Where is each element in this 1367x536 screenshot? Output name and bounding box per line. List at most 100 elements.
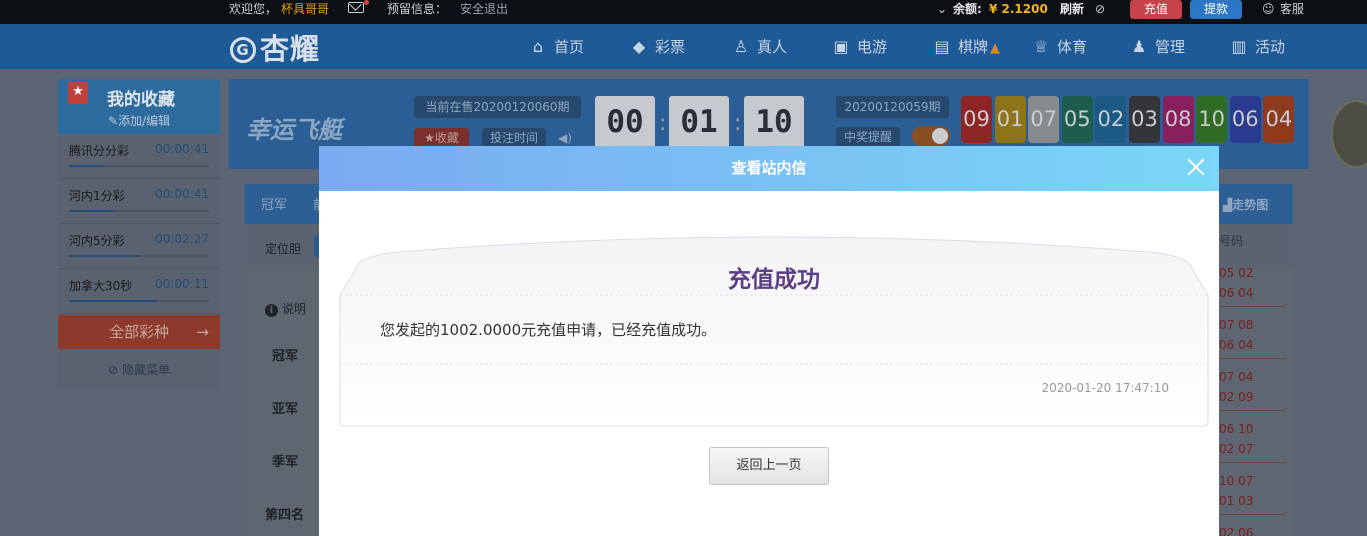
dealer-icon: ♙ bbox=[733, 37, 749, 56]
nav-label: 棋牌 bbox=[958, 38, 989, 56]
rank-label: 季军 bbox=[272, 455, 299, 470]
letter-card: 充值成功 您发起的1002.0000元充值申请，已经充值成功。 2020-01-… bbox=[339, 230, 1209, 427]
dingweidan-label: 定位胆 bbox=[265, 242, 302, 256]
game-name: 幸运飞艇 bbox=[246, 116, 342, 144]
pencil-icon: ✎ bbox=[108, 114, 119, 128]
back-button[interactable]: 返回上一页 bbox=[709, 447, 829, 485]
rank-label: 第四名 bbox=[265, 508, 305, 523]
win-remind-toggle[interactable] bbox=[912, 126, 950, 146]
close-icon[interactable] bbox=[1185, 156, 1207, 178]
recharge-button[interactable]: 充值 bbox=[1130, 0, 1182, 19]
history-code: 05 02 bbox=[1219, 266, 1254, 280]
nav-live[interactable]: ♙ 真人 bbox=[731, 24, 787, 69]
nav-home[interactable]: ⌂ 首页 bbox=[528, 24, 584, 69]
explain-label: 说明 bbox=[282, 302, 307, 316]
code-divider bbox=[1219, 514, 1285, 515]
star-icon: ★ bbox=[68, 82, 88, 104]
bet-time-button[interactable]: 投注时间 bbox=[482, 128, 546, 148]
favorite-item[interactable]: 河内5分彩 00:02:27 bbox=[58, 224, 220, 269]
dialog-title: 查看站内信 bbox=[319, 146, 1219, 191]
history-code: 06 04 bbox=[1219, 338, 1254, 352]
result-ball: 01 bbox=[994, 96, 1026, 143]
service-link[interactable]: 客服 bbox=[1280, 0, 1304, 24]
rank-label: 亚军 bbox=[272, 402, 299, 417]
letter-title: 充值成功 bbox=[728, 267, 820, 293]
explain-link[interactable]: i 说明 bbox=[265, 300, 306, 317]
chevron-down-icon[interactable]: ⌄ bbox=[937, 0, 947, 24]
countdown-separator: : bbox=[734, 111, 742, 136]
hot-icon: ▲ bbox=[990, 41, 1001, 56]
logo-mark-icon: G bbox=[230, 37, 256, 63]
balance-label: 余额: bbox=[953, 2, 982, 16]
logout-link[interactable]: 安全退出 bbox=[460, 0, 508, 24]
message-dialog: 查看站内信 充值成功 您发起的1002.0000元充值申请，已经充值成功。 20… bbox=[319, 146, 1219, 536]
result-ball: 03 bbox=[1129, 96, 1160, 143]
history-code: 10 07 bbox=[1219, 474, 1254, 488]
all-games-label: 全部彩种 bbox=[108, 323, 169, 341]
eye-slash-icon[interactable]: ⊘ bbox=[1095, 0, 1105, 24]
nav-label: 电游 bbox=[857, 38, 888, 56]
letter-body: 您发起的1002.0000元充值申请，已经充值成功。 bbox=[380, 321, 717, 339]
result-ball: 08 bbox=[1162, 96, 1194, 143]
favorite-progress bbox=[69, 255, 209, 257]
sound-icon[interactable]: ◀) bbox=[555, 128, 575, 148]
nav-label: 活动 bbox=[1255, 38, 1286, 56]
nav-chess[interactable]: ▤ 棋牌 ▲ bbox=[932, 24, 1000, 69]
edit-label: 添加/编辑 bbox=[118, 114, 171, 128]
nav-slots[interactable]: ▣ 电游 bbox=[831, 24, 887, 69]
result-ball: 09 bbox=[961, 96, 992, 143]
hide-menu-button[interactable]: ⊘ 隐藏菜单 bbox=[58, 349, 220, 391]
nav-manage[interactable]: ♟ 管理 bbox=[1129, 24, 1185, 69]
reserved-info-label: 预留信息： bbox=[387, 2, 448, 16]
history-code: 06 10 bbox=[1219, 422, 1254, 436]
chat-icon[interactable]: ☺ bbox=[1262, 0, 1275, 24]
edit-favorites-link[interactable]: ✎添加/编辑 bbox=[108, 112, 170, 129]
history-code: 01 03 bbox=[1219, 494, 1254, 508]
nav-activity[interactable]: ▥ 活动 bbox=[1229, 24, 1285, 69]
letter-date: 2020-01-20 17:47:10 bbox=[1041, 381, 1169, 395]
all-games-button[interactable]: 全部彩种 → bbox=[58, 315, 220, 349]
star-icon: ★ bbox=[424, 131, 435, 145]
countdown-hours: 00 bbox=[595, 96, 655, 148]
info-icon: i bbox=[265, 304, 278, 317]
nav-lottery[interactable]: ◆ 彩票 bbox=[629, 24, 685, 69]
code-divider bbox=[1219, 410, 1285, 411]
trend-chart-link[interactable]: ▟走势图 bbox=[1223, 184, 1293, 224]
unread-dot bbox=[364, 0, 369, 5]
favorites-header: ★ 我的收藏 ✎添加/编辑 bbox=[58, 79, 220, 134]
result-ball: 07 bbox=[1028, 96, 1060, 143]
nav-sports[interactable]: ♕ 体育 bbox=[1031, 24, 1087, 69]
favorite-item[interactable]: 加拿大30秒 00:00:11 bbox=[58, 269, 220, 314]
favorite-button[interactable]: ★收藏 bbox=[414, 128, 469, 148]
favorite-countdown: 00:02:27 bbox=[155, 232, 209, 246]
favorite-item[interactable]: 腾讯分分彩 00:00:41 bbox=[58, 134, 220, 179]
countdown-seconds: 10 bbox=[744, 96, 804, 148]
withdraw-button[interactable]: 提款 bbox=[1190, 0, 1242, 19]
eye-slash-icon: ⊘ bbox=[108, 363, 119, 377]
nav-label: 管理 bbox=[1155, 38, 1186, 56]
current-period: 当前在售20200120060期 bbox=[414, 96, 581, 118]
tab-champion[interactable]: 冠军 bbox=[261, 184, 287, 224]
favorite-name: 腾讯分分彩 bbox=[69, 144, 130, 158]
welcome-text: 欢迎您， bbox=[229, 2, 278, 16]
countdown-separator: : bbox=[659, 111, 667, 136]
hide-menu-label: 隐藏菜单 bbox=[121, 363, 170, 377]
result-ball: 06 bbox=[1229, 96, 1261, 143]
ticket-icon: ◆ bbox=[632, 37, 646, 56]
refresh-link[interactable]: 刷新 bbox=[1060, 0, 1084, 24]
home-icon: ⌂ bbox=[532, 37, 544, 56]
nav-label: 首页 bbox=[554, 38, 585, 56]
favorite-name: 河内1分彩 bbox=[69, 189, 125, 203]
favorite-item[interactable]: 河内1分彩 00:00:41 bbox=[58, 179, 220, 224]
username[interactable]: 杯具哥哥 bbox=[281, 0, 329, 24]
history-code: 07 08 bbox=[1219, 318, 1254, 332]
logo[interactable]: G 杏耀 bbox=[230, 26, 320, 66]
favorite-progress bbox=[69, 300, 209, 302]
result-ball: 10 bbox=[1196, 96, 1228, 143]
favorites-title: 我的收藏 bbox=[107, 90, 175, 110]
mail-icon[interactable] bbox=[348, 2, 364, 13]
history-code: 06 04 bbox=[1219, 286, 1254, 300]
history-code: 02 09 bbox=[1219, 390, 1254, 404]
win-remind-label: 中奖提醒 bbox=[836, 127, 900, 147]
cards-icon: ▤ bbox=[934, 37, 950, 56]
